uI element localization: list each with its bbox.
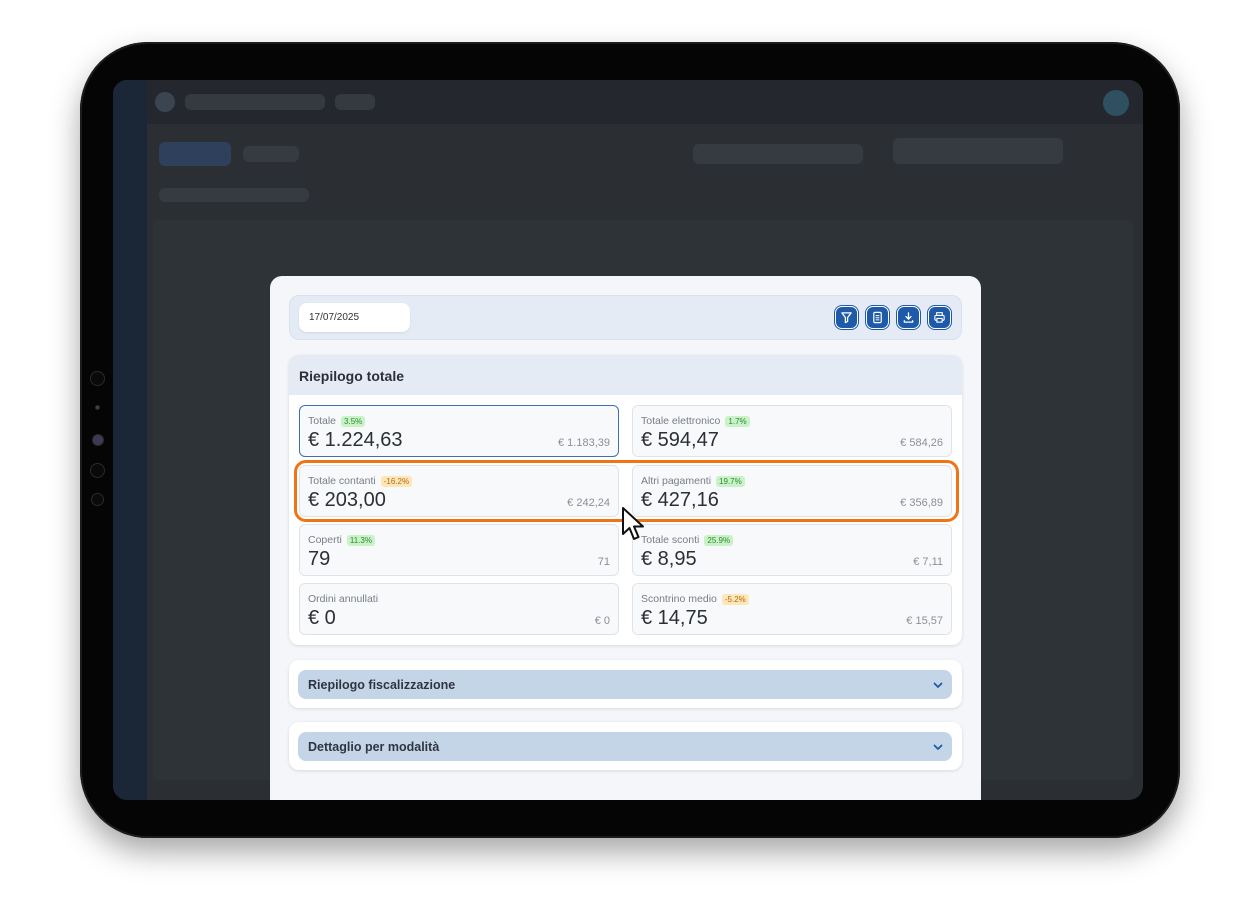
stat-ordini-annullati[interactable]: Ordini annullati € 0 € 0: [299, 583, 619, 635]
stat-totale[interactable]: Totale 3.5% € 1.224,63 € 1.183,39: [299, 405, 619, 457]
print-button[interactable]: [928, 306, 951, 329]
camera-icon: [92, 434, 104, 446]
stat-previous: 71: [597, 556, 610, 568]
stat-totale-sconti[interactable]: Totale sconti 25.9% € 8,95 € 7,11: [632, 524, 952, 576]
mode-detail-accordion[interactable]: Dettaglio per modalità: [298, 732, 952, 761]
date-input[interactable]: [299, 303, 410, 332]
sensor-dot: [95, 405, 100, 410]
trend-badge: 11.3%: [346, 535, 375, 546]
stat-value: € 8,95: [641, 548, 697, 570]
stat-previous: € 0: [594, 615, 610, 627]
trend-badge: -5.2%: [721, 594, 749, 605]
side-button: [91, 493, 104, 506]
stat-previous: € 7,11: [913, 556, 943, 568]
summary-title: Riepilogo totale: [289, 355, 962, 395]
stat-value: € 1.224,63: [308, 429, 403, 451]
fiscal-summary-accordion[interactable]: Riepilogo fiscalizzazione: [298, 670, 952, 699]
fiscal-summary-card: Riepilogo fiscalizzazione: [289, 660, 962, 708]
app-panel: [893, 138, 1063, 164]
side-button: [90, 371, 105, 386]
accordion-label: Riepilogo fiscalizzazione: [308, 678, 456, 692]
chevron-down-icon: [933, 744, 943, 750]
stat-label: Totale 3.5%: [308, 415, 366, 427]
stat-label: Totale elettronico 1.7%: [641, 415, 750, 427]
download-button[interactable]: [897, 306, 920, 329]
trend-badge: 1.7%: [725, 416, 750, 427]
app-tab: [243, 146, 299, 162]
app-field: [693, 144, 863, 164]
stat-previous: € 1.183,39: [558, 437, 610, 449]
report-button[interactable]: [866, 306, 889, 329]
trend-badge: 3.5%: [341, 416, 366, 427]
document-icon: [873, 311, 882, 324]
stat-label: Ordini annullati: [308, 593, 379, 605]
stat-totale-elettronico[interactable]: Totale elettronico 1.7% € 594,47 € 584,26: [632, 405, 952, 457]
app-avatar-icon: [1103, 90, 1129, 116]
stat-label: Coperti 11.3%: [308, 534, 375, 546]
stat-label: Totale sconti 25.9%: [641, 534, 734, 546]
trend-badge: 25.9%: [704, 535, 734, 546]
side-button: [90, 463, 105, 478]
app-header-tag: [335, 94, 375, 110]
stat-previous: € 15,57: [906, 615, 943, 627]
print-icon: [934, 312, 945, 323]
app-logo-icon: [155, 92, 175, 112]
stat-scontrino-medio[interactable]: Scontrino medio -5.2% € 14,75 € 15,57: [632, 583, 952, 635]
stat-value: € 0: [308, 607, 336, 629]
stat-value: 79: [308, 548, 331, 570]
download-icon: [903, 312, 914, 323]
mouse-cursor-icon: [622, 507, 644, 540]
stat-value: € 594,47: [641, 429, 719, 451]
app-search-bar: [185, 94, 325, 110]
mode-detail-card: Dettaglio per modalità: [289, 722, 962, 770]
stat-coperti[interactable]: Coperti 11.3% 79 71: [299, 524, 619, 576]
modal-toolbar: [289, 295, 962, 340]
app-tab: [159, 142, 231, 166]
app-row: [159, 188, 309, 202]
app-sidebar: [113, 80, 147, 800]
chevron-down-icon: [933, 682, 943, 688]
stat-previous: € 584,26: [900, 437, 943, 449]
filter-icon: [841, 312, 852, 324]
accordion-label: Dettaglio per modalità: [308, 740, 440, 754]
filter-button[interactable]: [835, 306, 858, 329]
stat-value: € 14,75: [641, 607, 708, 629]
stat-label: Scontrino medio -5.2%: [641, 593, 749, 605]
